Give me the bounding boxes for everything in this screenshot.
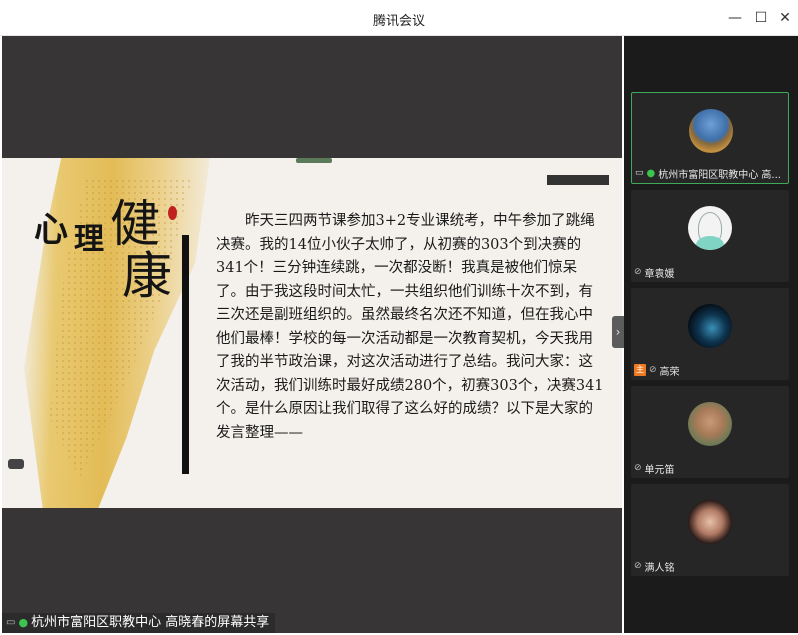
- participant-name: 章袁媛: [644, 268, 675, 280]
- participant-name-row: ⊘ 单元笛: [634, 461, 675, 476]
- window-title: 腾讯会议: [372, 14, 425, 29]
- host-badge-icon: 主: [634, 364, 646, 376]
- participant-tile[interactable]: ⊘ 满人铭: [631, 484, 789, 576]
- mic-off-icon: ⊘: [634, 267, 642, 277]
- close-icon[interactable]: ✕: [776, 9, 794, 27]
- participant-name-row: ⊘ 满人铭: [634, 559, 675, 574]
- participant-name: 高荣: [659, 366, 680, 378]
- participant-tile[interactable]: 主 ⊘ 高荣: [631, 288, 789, 380]
- landscape-avatar-icon: [689, 109, 733, 153]
- participant-name: 单元笛: [644, 464, 675, 476]
- mic-on-icon: ●: [18, 616, 29, 629]
- person-photo-avatar-icon: [688, 402, 732, 446]
- heading-char-kang: 康: [122, 247, 172, 305]
- red-seal-decoration: [168, 206, 177, 220]
- participant-tile[interactable]: ⊘ 单元笛: [631, 386, 789, 478]
- chevron-right-icon[interactable]: ›: [612, 316, 624, 348]
- slide-status-tag: [547, 175, 609, 185]
- slide-mini-control[interactable]: [8, 459, 24, 469]
- vertical-divider: [182, 235, 189, 474]
- participant-panel: ▭ ● 杭州市富阳区职教中心 高... ⊘ 章袁媛 主 ⊘ 高荣 ⊘ 单元笛 ⊘…: [624, 36, 798, 633]
- participant-name-row: ⊘ 章袁媛: [634, 265, 675, 280]
- heading-char-li: 理: [74, 222, 104, 257]
- share-caption-text: 杭州市富阳区职教中心 高晓春的屏幕共享: [31, 615, 270, 630]
- avatar-body: [696, 236, 724, 250]
- participant-tile[interactable]: ⊘ 章袁媛: [631, 190, 789, 282]
- cartoon-girl-avatar-icon: [688, 206, 732, 250]
- participant-tile[interactable]: ▭ ● 杭州市富阳区职教中心 高...: [631, 92, 789, 184]
- participant-name: 杭州市富阳区职教中心 高...: [658, 169, 781, 181]
- minimize-icon[interactable]: —: [726, 9, 744, 27]
- dark-water-avatar-icon: [688, 304, 732, 348]
- mic-off-icon: ⊘: [634, 463, 642, 473]
- screen-share-icon: ▭: [6, 617, 16, 628]
- slide-paragraph: 昨天三四两节课参加3+2专业课统考，中午参加了跳绳决赛。我的14位小伙子太帅了，…: [216, 213, 604, 441]
- mic-off-icon: ⊘: [634, 561, 642, 571]
- participant-name: 满人铭: [644, 562, 675, 574]
- shared-slide: 心 理 健 康 昨天三四两节课参加3+2专业课统考，中午参加了跳绳决赛。我的14…: [2, 158, 622, 508]
- selfie-avatar-icon: [688, 500, 732, 544]
- screen-share-area[interactable]: 心 理 健 康 昨天三四两节课参加3+2专业课统考，中午参加了跳绳决赛。我的14…: [2, 36, 624, 633]
- share-toolbar-handle[interactable]: [296, 158, 332, 163]
- participant-name-row: 主 ⊘ 高荣: [634, 363, 680, 378]
- screen-share-caption: ▭ ● 杭州市富阳区职教中心 高晓春的屏幕共享: [2, 613, 276, 633]
- slide-heading: 心 理 健 康: [26, 178, 186, 305]
- window-titlebar: 腾讯会议 — ☐ ✕: [0, 0, 798, 36]
- participant-name-row: ▭ ● 杭州市富阳区职教中心 高...: [635, 166, 781, 181]
- maximize-icon[interactable]: ☐: [752, 9, 770, 27]
- screen-share-icon: ▭: [635, 168, 644, 178]
- mic-on-icon: ●: [646, 167, 656, 179]
- mic-off-icon: ⊘: [649, 365, 657, 375]
- heading-char-xin: 心: [34, 210, 68, 250]
